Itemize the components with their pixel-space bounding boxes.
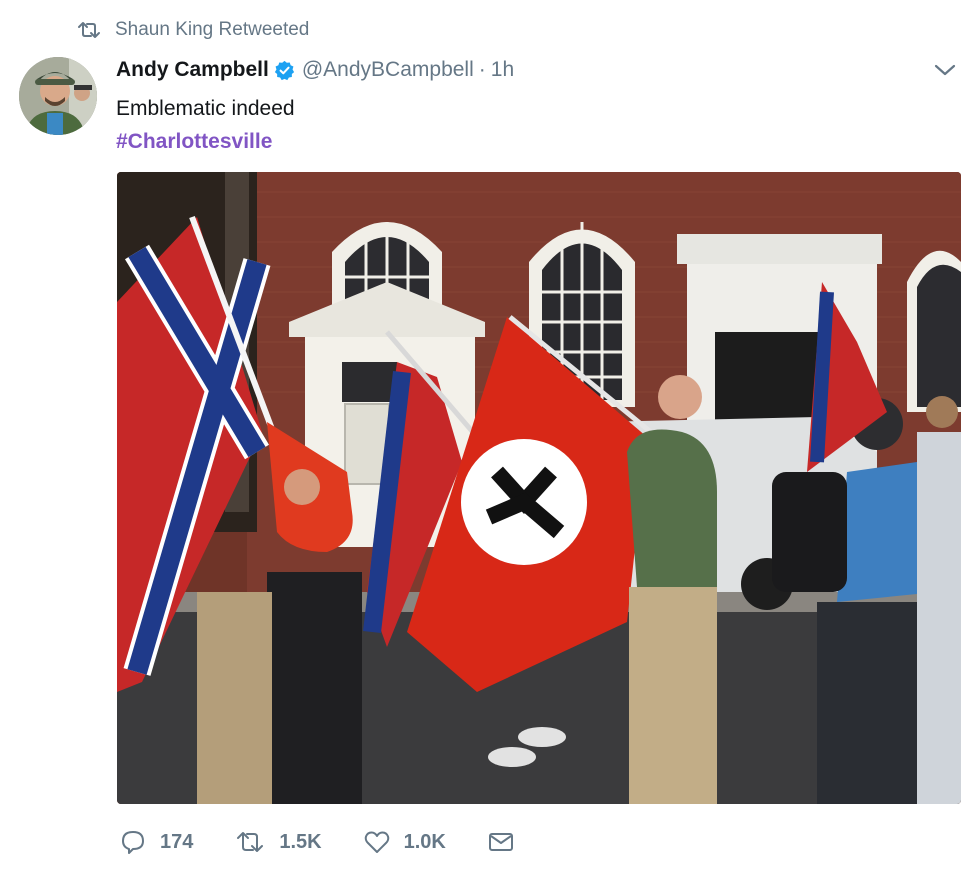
retweet-count: 1.5K <box>279 830 322 853</box>
like-action[interactable]: 1.0K <box>364 830 446 854</box>
verified-badge-icon <box>274 60 295 81</box>
author-name[interactable]: Andy Campbell <box>116 58 269 82</box>
retweet-context[interactable]: Shaun King Retweeted <box>77 18 309 42</box>
hashtag-link[interactable]: #Charlottesville <box>116 125 295 158</box>
tweet: Shaun King Retweeted Andy Campbell @Andy… <box>0 0 980 873</box>
tweet-header: Andy Campbell @AndyBCampbell · 1h <box>116 56 514 84</box>
reply-action[interactable]: 174 <box>120 829 193 855</box>
like-icon <box>364 830 390 854</box>
retweet-icon <box>77 21 101 39</box>
tweet-timestamp[interactable]: 1h <box>491 58 514 82</box>
reply-count: 174 <box>160 830 194 853</box>
tweet-body: Emblematic indeed <box>116 97 295 120</box>
tweet-photo[interactable] <box>117 172 961 804</box>
retweet-action[interactable]: 1.5K <box>235 830 322 854</box>
author-handle[interactable]: @AndyBCampbell <box>302 58 474 82</box>
retweet-icon <box>235 830 265 854</box>
like-count: 1.0K <box>403 830 446 853</box>
retweet-context-label: Shaun King Retweeted <box>115 19 310 40</box>
photo-image <box>117 172 961 804</box>
separator-dot: · <box>478 58 486 81</box>
direct-message-action[interactable] <box>488 831 514 853</box>
direct-message-icon <box>488 831 514 853</box>
avatar[interactable] <box>19 57 97 135</box>
tweet-actions: 174 1.5K 1.0K <box>120 826 556 858</box>
reply-icon <box>120 829 146 855</box>
chevron-down-icon[interactable] <box>933 61 957 79</box>
tweet-text: Emblematic indeed #Charlottesville <box>116 92 295 158</box>
